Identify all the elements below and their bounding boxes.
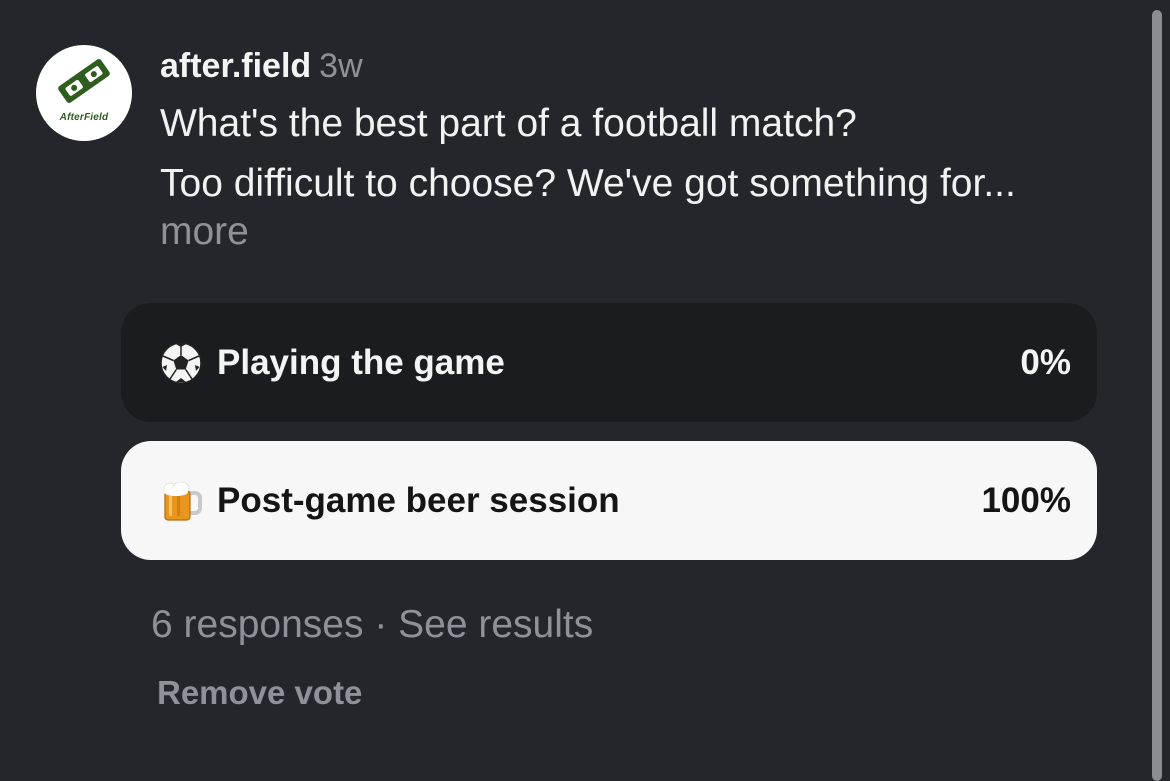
avatar-brand-text: AfterField bbox=[59, 112, 109, 123]
poll-option-label: Playing the game bbox=[217, 343, 505, 382]
poll-option-post-game-beer-session[interactable]: Post-game beer session 100% bbox=[121, 441, 1097, 560]
post-header: after.field 3w bbox=[160, 44, 363, 88]
remove-vote-button[interactable]: Remove vote bbox=[157, 671, 362, 715]
more-link[interactable]: more bbox=[160, 210, 249, 253]
post-body: Too difficult to choose? We've got somet… bbox=[160, 160, 1060, 256]
soccer-ball-icon bbox=[160, 342, 202, 384]
see-results-link[interactable]: See results bbox=[398, 603, 593, 646]
poll-question: What's the best part of a football match… bbox=[160, 102, 857, 145]
afterfield-logo-icon bbox=[58, 59, 110, 103]
poll-option-percent: 100% bbox=[981, 481, 1071, 520]
poll-footer: 6 responses · See results bbox=[151, 601, 593, 649]
responses-count: 6 responses bbox=[151, 603, 364, 646]
post-body-text: Too difficult to choose? We've got somet… bbox=[160, 162, 1016, 205]
poll-option-label: Post-game beer session bbox=[217, 481, 620, 520]
separator-dot: · bbox=[374, 603, 388, 646]
avatar[interactable]: AfterField bbox=[36, 45, 132, 141]
poll-option-percent: 0% bbox=[1020, 343, 1071, 382]
poll-post: AfterField after.field 3w What's the best… bbox=[0, 0, 1170, 781]
poll-option-playing-the-game[interactable]: Playing the game 0% bbox=[121, 303, 1097, 422]
post-timestamp: 3w bbox=[319, 47, 363, 85]
scrollbar[interactable] bbox=[1152, 10, 1162, 781]
beer-mug-icon bbox=[163, 481, 202, 521]
username[interactable]: after.field bbox=[160, 47, 311, 85]
